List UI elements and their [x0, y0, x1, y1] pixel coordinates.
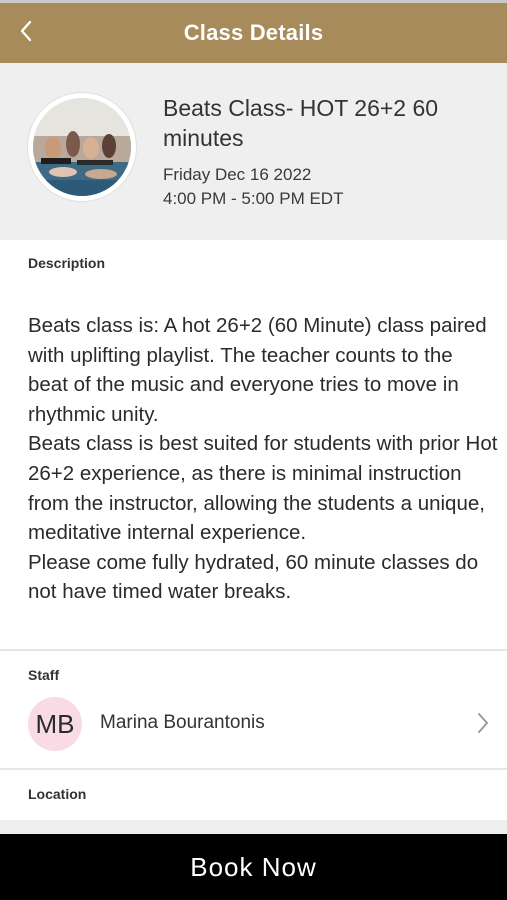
divider: [0, 649, 507, 651]
location-map-area: [0, 820, 507, 834]
avatar: MB: [28, 697, 82, 751]
class-name: Beats Class- HOT 26+2 60 minutes: [163, 95, 439, 151]
class-photo: [28, 93, 136, 201]
location-label: Location: [28, 786, 87, 802]
page-title: Class Details: [183, 20, 324, 45]
description-label: Description: [28, 255, 106, 271]
app-header: Class Details: [0, 3, 507, 63]
staff-row[interactable]: MB Marina Bourantonis: [0, 692, 507, 758]
chevron-right-icon: [478, 713, 488, 733]
staff-name: Marina Bourantonis: [100, 712, 265, 733]
class-time: 4:00 PM - 5:00 PM EDT: [163, 189, 344, 208]
divider: [0, 768, 507, 770]
yoga-class-image: [33, 98, 131, 196]
description-text: Beats class is: A hot 26+2 (60 Minute) c…: [28, 314, 498, 604]
staff-label: Staff: [28, 667, 60, 683]
class-date: Friday Dec 16 2022: [163, 165, 312, 184]
book-now-button[interactable]: Book Now: [0, 834, 507, 900]
class-summary-card: Beats Class- HOT 26+2 60 minutes Friday …: [0, 63, 507, 240]
